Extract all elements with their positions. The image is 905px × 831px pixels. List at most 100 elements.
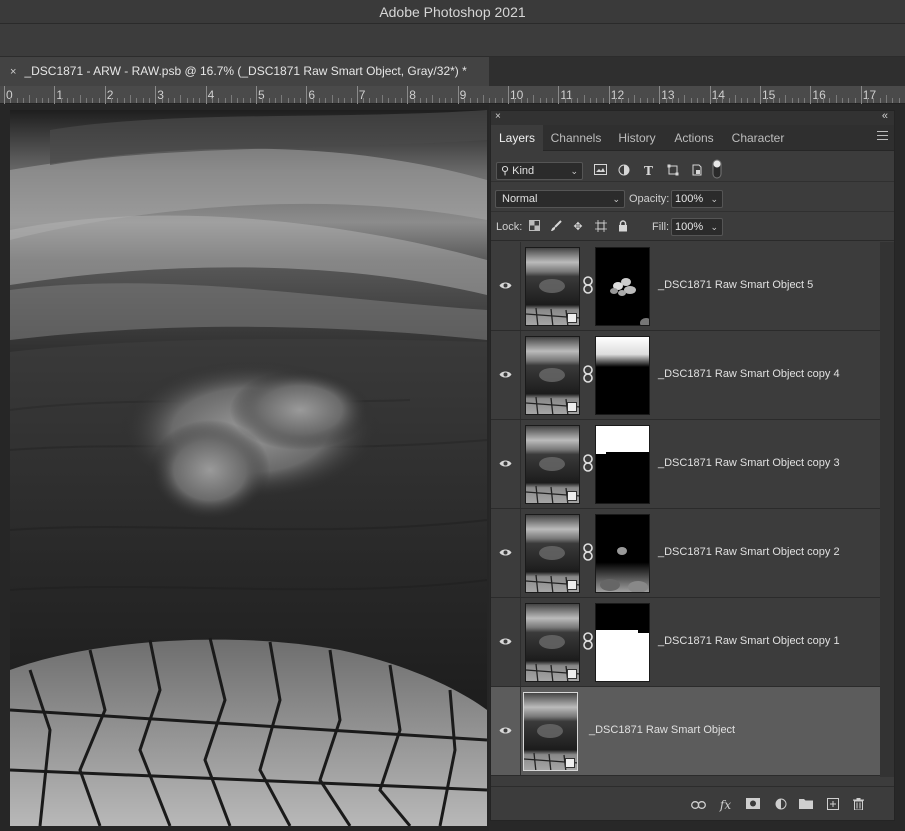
- mask-link-icon[interactable]: [583, 365, 593, 383]
- blend-mode-dropdown[interactable]: Normal ⌄: [495, 190, 625, 208]
- ruler-minor-tick: [545, 98, 547, 103]
- ruler-major-tick: [810, 86, 812, 104]
- ruler-minor-tick: [419, 98, 421, 103]
- ruler-minor-tick: [237, 98, 239, 103]
- smart-object-badge-icon: [567, 402, 577, 412]
- layer-mask-thumbnail[interactable]: [595, 425, 650, 504]
- ruler-minor-tick: [577, 98, 579, 103]
- layer-row[interactable]: _DSC1871 Raw Smart Object copy 2: [491, 509, 880, 598]
- close-icon[interactable]: ×: [10, 66, 16, 78]
- layer-row[interactable]: _DSC1871 Raw Smart Object copy 3: [491, 420, 880, 509]
- chevron-down-icon: ⌄: [710, 194, 718, 204]
- tab-history[interactable]: History: [609, 125, 665, 151]
- trash-icon[interactable]: [851, 798, 866, 812]
- mask-link-icon[interactable]: [583, 276, 593, 294]
- ruler-minor-tick: [690, 98, 692, 103]
- image-filter-icon[interactable]: [593, 164, 608, 179]
- layer-row[interactable]: _DSC1871 Raw Smart Object: [491, 687, 880, 776]
- visibility-toggle[interactable]: [491, 687, 521, 775]
- ruler-minor-tick: [501, 98, 503, 103]
- ruler-minor-tick: [375, 98, 377, 103]
- ruler-minor-tick: [816, 98, 818, 103]
- type-filter-icon[interactable]: T: [641, 164, 656, 179]
- layer-thumbnail[interactable]: [525, 336, 580, 415]
- kind-filter-dropdown[interactable]: ⚲ Kind ⌄: [496, 162, 583, 180]
- layer-name[interactable]: _DSC1871 Raw Smart Object copy 3: [658, 457, 840, 469]
- layers-scrollbar[interactable]: [880, 242, 894, 777]
- filter-toggle-icon[interactable]: [709, 159, 724, 179]
- lock-position-move-icon[interactable]: ✥: [571, 220, 585, 234]
- visibility-toggle[interactable]: [491, 598, 521, 686]
- ruler-minor-tick: [886, 95, 887, 103]
- canvas-area[interactable]: [0, 105, 489, 831]
- layer-mask-thumbnail[interactable]: [595, 603, 650, 682]
- shape-filter-icon[interactable]: [665, 164, 680, 179]
- tab-character[interactable]: Character: [723, 125, 793, 151]
- adjustment-layer-icon[interactable]: [773, 798, 788, 812]
- tab-actions[interactable]: Actions: [665, 125, 723, 151]
- collapse-panel-icon[interactable]: «: [882, 110, 888, 122]
- close-panel-icon[interactable]: ×: [495, 111, 501, 122]
- document-tab[interactable]: × _DSC1871 - ARW - RAW.psb @ 16.7% (_DSC1…: [0, 57, 489, 86]
- layer-name[interactable]: _DSC1871 Raw Smart Object 5: [658, 279, 813, 291]
- smart-object-filter-icon[interactable]: [689, 164, 704, 179]
- tab-channels[interactable]: Channels: [543, 125, 609, 151]
- layer-name[interactable]: _DSC1871 Raw Smart Object copy 1: [658, 635, 840, 647]
- layer-row[interactable]: _DSC1871 Raw Smart Object copy 1: [491, 598, 880, 687]
- layer-thumbnail[interactable]: [525, 425, 580, 504]
- ruler-minor-tick: [136, 98, 138, 103]
- panel-menu-icon[interactable]: [877, 131, 888, 141]
- fx-icon[interactable]: fx: [718, 798, 733, 812]
- lock-transparent-icon[interactable]: [527, 220, 541, 234]
- layer-mask-thumbnail[interactable]: [595, 514, 650, 593]
- fill-field[interactable]: 100% ⌄: [671, 218, 723, 236]
- layer-mask-thumbnail[interactable]: [595, 247, 650, 326]
- mask-link-icon[interactable]: [583, 454, 593, 472]
- ruler-minor-tick: [791, 98, 793, 103]
- layer-name[interactable]: _DSC1871 Raw Smart Object copy 4: [658, 368, 840, 380]
- mask-link-icon[interactable]: [583, 632, 593, 650]
- add-mask-icon[interactable]: [745, 798, 760, 812]
- ruler-minor-tick: [67, 98, 68, 103]
- document-image[interactable]: [10, 110, 487, 826]
- layer-row[interactable]: _DSC1871 Raw Smart Object 5: [491, 242, 880, 331]
- ruler-minor-tick: [514, 98, 516, 103]
- visibility-toggle[interactable]: [491, 242, 521, 330]
- visibility-toggle[interactable]: [491, 420, 521, 508]
- layer-thumbnail[interactable]: [525, 247, 580, 326]
- mask-link-icon[interactable]: [583, 543, 593, 561]
- layer-mask-thumbnail[interactable]: [595, 336, 650, 415]
- opacity-field[interactable]: 100% ⌄: [671, 190, 723, 208]
- adjustment-filter-icon[interactable]: [616, 164, 631, 179]
- ruler-minor-tick: [476, 98, 478, 103]
- ruler-minor-tick: [193, 98, 194, 103]
- smart-object-badge-icon: [567, 669, 577, 679]
- lock-paint-brush-icon[interactable]: [549, 220, 563, 234]
- visibility-toggle[interactable]: [491, 509, 521, 597]
- ruler-minor-tick: [482, 95, 484, 103]
- ruler-minor-tick: [382, 95, 383, 103]
- group-folder-icon[interactable]: [798, 798, 813, 812]
- new-layer-icon[interactable]: [825, 798, 840, 812]
- lock-all-icon[interactable]: [616, 220, 630, 234]
- layer-thumbnail[interactable]: [525, 514, 580, 593]
- layer-thumbnail[interactable]: [523, 692, 578, 771]
- layer-name[interactable]: _DSC1871 Raw Smart Object copy 2: [658, 546, 840, 558]
- ruler-major-tick: [760, 86, 761, 104]
- horizontal-ruler[interactable]: 0 1 2 3 4 5 6 7 8 9 10 11 12 13 14 15 16 17: [0, 86, 905, 104]
- ruler-minor-tick: [344, 98, 346, 103]
- ruler-minor-tick: [747, 98, 749, 103]
- ruler-minor-tick: [111, 98, 113, 103]
- layer-row[interactable]: _DSC1871 Raw Smart Object copy 4: [491, 331, 880, 420]
- lock-fill-row: Lock: ✥ Fill: 100% ⌄: [491, 213, 894, 241]
- layer-name[interactable]: _DSC1871 Raw Smart Object: [589, 724, 735, 736]
- ruler-minor-tick: [123, 98, 125, 103]
- link-layers-icon[interactable]: [691, 798, 706, 812]
- layer-thumbnail[interactable]: [525, 603, 580, 682]
- layers-list[interactable]: _DSC1871 Raw Smart Object 5 _DSC1871 Raw …: [491, 242, 880, 777]
- ruler-minor-tick: [583, 95, 585, 103]
- visibility-toggle[interactable]: [491, 331, 521, 419]
- lock-artboard-icon[interactable]: [594, 220, 608, 234]
- tab-layers[interactable]: Layers: [491, 125, 543, 151]
- ruler-minor-tick: [621, 98, 623, 103]
